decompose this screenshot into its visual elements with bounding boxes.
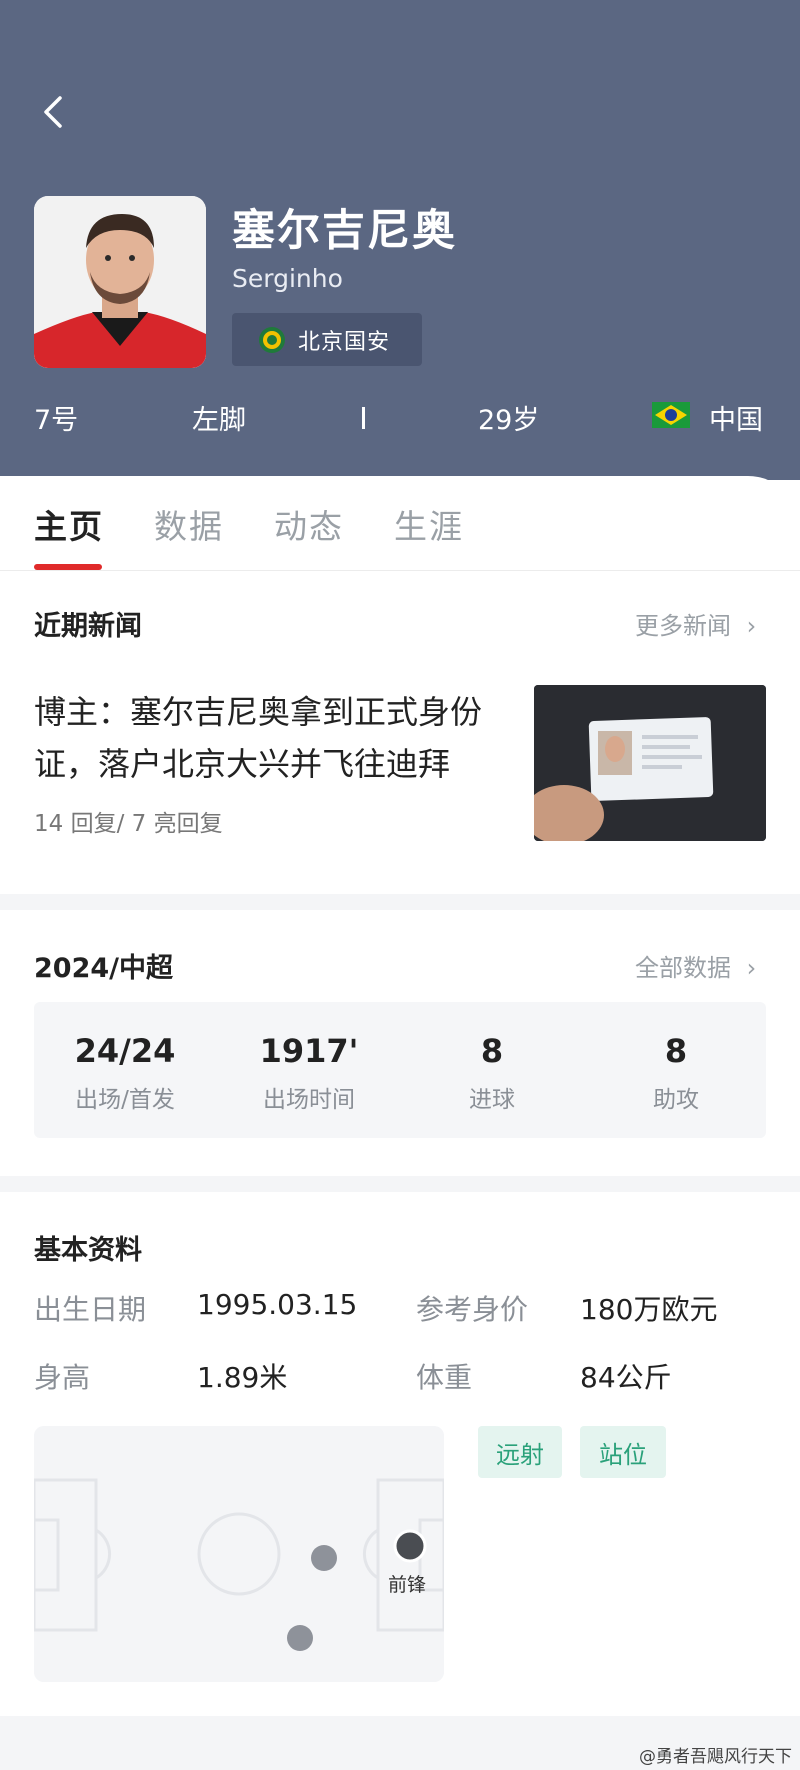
section-gap bbox=[0, 894, 800, 910]
news-thumbnail[interactable] bbox=[534, 685, 766, 841]
main-position-label: 前锋 bbox=[388, 1574, 427, 1596]
player-name: 塞尔吉尼奥 bbox=[232, 206, 457, 256]
tab-career[interactable]: 生涯 bbox=[394, 500, 464, 548]
position-dot bbox=[311, 1545, 337, 1571]
stat-minutes-value: 1917' bbox=[259, 1032, 359, 1070]
profile-section-title: 基本资料 bbox=[34, 1235, 142, 1266]
team-badge[interactable]: 北京国安 bbox=[232, 313, 422, 366]
player-age: 29岁 bbox=[478, 405, 540, 436]
tag-long-shot[interactable]: 远射 bbox=[478, 1426, 562, 1478]
chevron-right-icon: › bbox=[746, 954, 757, 982]
height-value: 1.89米 bbox=[197, 1361, 288, 1394]
stat-apps-value: 24/24 bbox=[74, 1032, 176, 1070]
stat-minutes-label: 出场时间 bbox=[263, 1087, 355, 1113]
more-news-label: 更多新闻 bbox=[635, 612, 731, 640]
stat-goals-value: 8 bbox=[480, 1032, 504, 1070]
tab-feed[interactable]: 动态 bbox=[274, 500, 344, 548]
tabs-divider bbox=[0, 570, 800, 571]
news-section-title: 近期新闻 bbox=[34, 611, 142, 642]
birth-label: 出生日期 bbox=[34, 1293, 147, 1326]
back-arrow-icon[interactable] bbox=[36, 92, 76, 132]
team-name: 北京国安 bbox=[298, 329, 391, 355]
weight-label: 体重 bbox=[416, 1361, 473, 1394]
market-value: 180万欧元 bbox=[580, 1293, 718, 1326]
brazil-flag-icon bbox=[652, 402, 690, 428]
stat-goals-label: 进球 bbox=[469, 1087, 515, 1113]
all-data-link[interactable]: 全部数据 › bbox=[635, 948, 756, 983]
more-news-link[interactable]: 更多新闻 › bbox=[635, 606, 756, 641]
nationality: 中国 bbox=[709, 405, 763, 436]
stat-apps-label: 出场/首发 bbox=[75, 1087, 175, 1113]
tab-data[interactable]: 数据 bbox=[154, 500, 224, 548]
player-latin-name: Serginho bbox=[232, 264, 343, 293]
position-dot bbox=[287, 1625, 313, 1651]
market-value-label: 参考身价 bbox=[416, 1293, 529, 1326]
season-stats-box bbox=[34, 1002, 766, 1138]
team-logo-icon bbox=[259, 326, 285, 353]
stat-assists-label: 助攻 bbox=[653, 1087, 699, 1113]
position-pitch: 前锋 bbox=[34, 1426, 444, 1682]
weight-value: 84公斤 bbox=[580, 1361, 672, 1394]
tag-positioning[interactable]: 站位 bbox=[580, 1426, 666, 1478]
chevron-right-icon: › bbox=[746, 612, 757, 640]
watermark: @勇者吾飓风行天下 bbox=[639, 1747, 792, 1767]
tab-home[interactable]: 主页 bbox=[34, 500, 104, 548]
jersey-number: 7号 bbox=[34, 405, 79, 436]
height-label: 身高 bbox=[34, 1361, 91, 1394]
all-data-label: 全部数据 bbox=[635, 954, 731, 982]
birth-value: 1995.03.15 bbox=[197, 1288, 358, 1321]
section-gap bbox=[0, 1176, 800, 1192]
meta-divider bbox=[362, 407, 365, 429]
stat-assists-value: 8 bbox=[664, 1032, 688, 1070]
preferred-foot: 左脚 bbox=[192, 405, 246, 436]
player-avatar bbox=[34, 196, 206, 368]
season-title: 2024/中超 bbox=[34, 953, 174, 984]
news-reply-count: 14 回复/ 7 亮回复 bbox=[34, 811, 223, 837]
news-headline[interactable]: 博主：塞尔吉尼奥拿到正式身份证，落户北京大兴并飞往迪拜 bbox=[34, 686, 520, 790]
main-position-dot bbox=[393, 1529, 427, 1563]
